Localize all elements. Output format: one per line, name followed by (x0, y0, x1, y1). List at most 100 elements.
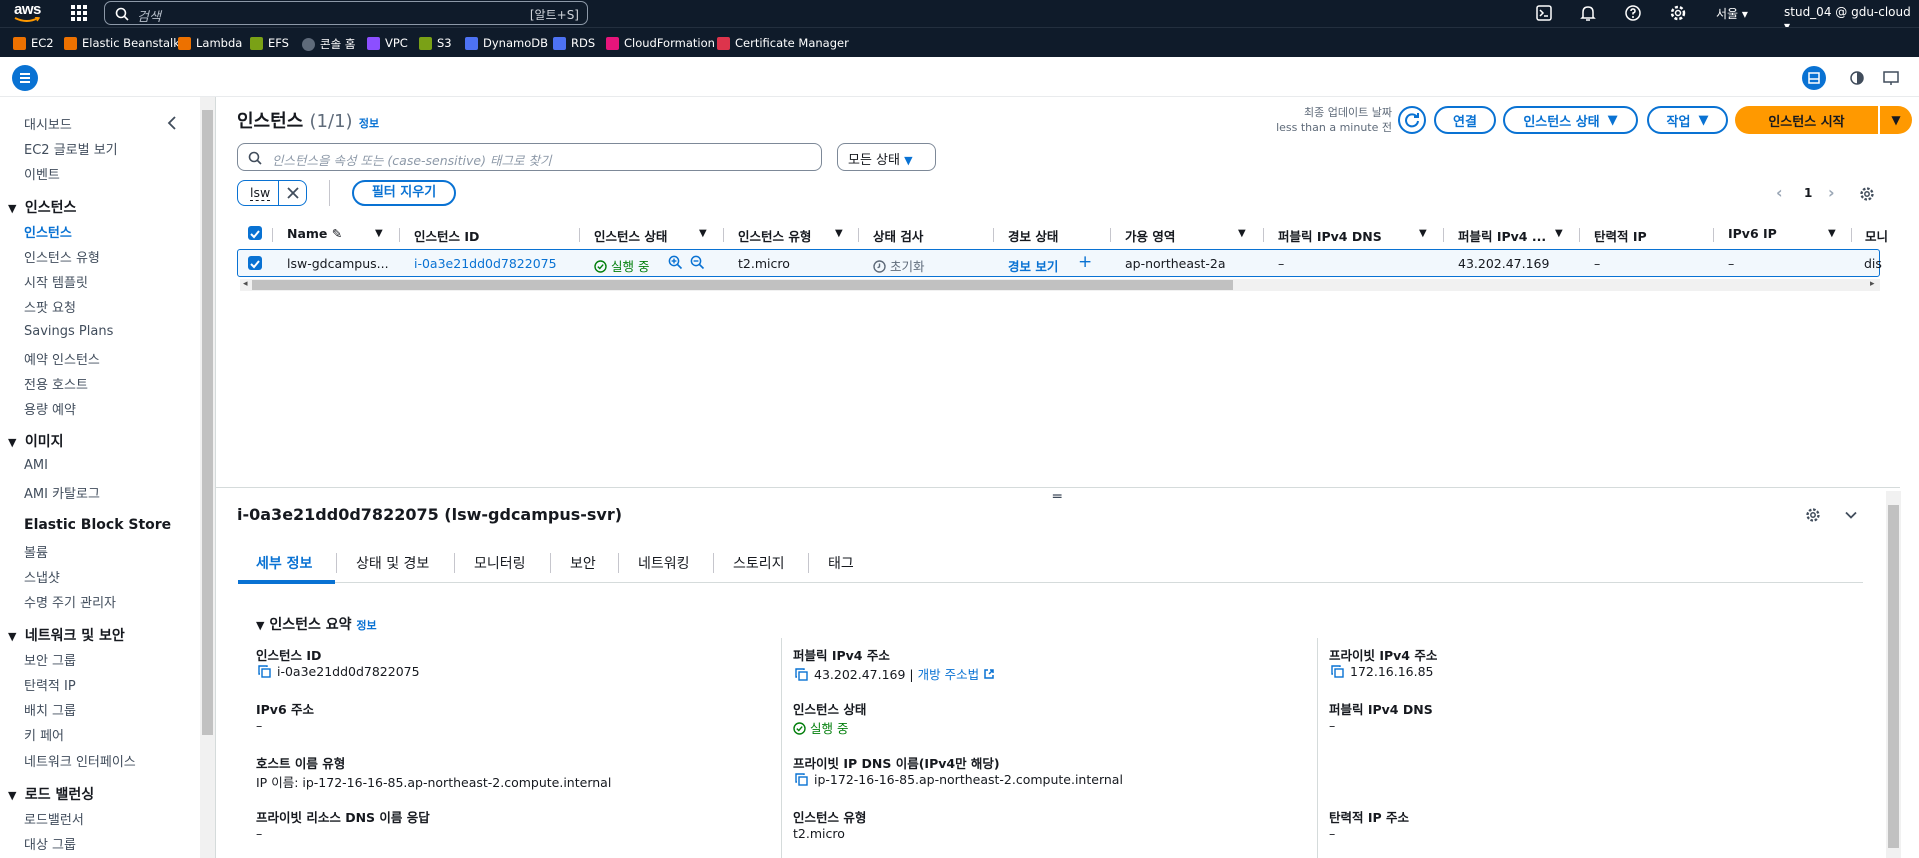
fav-efs[interactable]: EFS (250, 36, 289, 50)
clear-filters-button[interactable]: 필터 지우기 (352, 180, 456, 206)
table-scrollbar-thumb[interactable] (252, 280, 1233, 290)
sidebar-item-target-groups[interactable]: 대상 그룹 (24, 834, 76, 853)
column-header-instance-id[interactable]: 인스턴스 ID (414, 226, 479, 245)
column-header-instance-type[interactable]: 인스턴스 유형 (738, 226, 811, 245)
sidebar-item-placement-groups[interactable]: 배치 그룹 (24, 700, 76, 719)
select-all-checkbox[interactable] (248, 226, 262, 240)
cell-name[interactable]: lsw-gdcampus... (287, 256, 389, 271)
fav-cloudformation[interactable]: CloudFormation (606, 36, 715, 50)
sidebar-item-security-groups[interactable]: 보안 그룹 (24, 650, 76, 669)
page-number[interactable]: 1 (1804, 186, 1812, 200)
sidebar-item-ec2-global-view[interactable]: EC2 글로벌 보기 (24, 139, 118, 158)
column-header-public-ipv4[interactable]: 퍼블릭 IPv4 ... (1458, 226, 1546, 245)
zoom-out-icon[interactable] (690, 255, 705, 274)
launch-instances-button[interactable]: 인스턴스 시작 (1735, 106, 1878, 134)
tab-details[interactable]: 세부 정보 (256, 553, 312, 573)
sidebar-section-instances[interactable]: ▼ 인스턴스 (8, 197, 76, 217)
detail-scrollbar-thumb[interactable] (1888, 505, 1899, 848)
sidebar-item-elastic-ips[interactable]: 탄력적 IP (24, 675, 76, 694)
global-search-input[interactable]: 검색 [알트+S] (104, 1, 588, 25)
settings-gear-icon[interactable] (1669, 4, 1689, 24)
resize-handle-icon[interactable]: ═ (1053, 489, 1061, 505)
column-header-status-check[interactable]: 상태 검사 (873, 226, 923, 245)
row-checkbox[interactable] (248, 256, 262, 270)
services-grid-icon[interactable] (70, 4, 90, 24)
sidebar-item-key-pairs[interactable]: 키 페어 (24, 725, 64, 744)
launch-dropdown-button[interactable]: ▼ (1880, 106, 1912, 134)
info-link[interactable]: 정보 (359, 117, 379, 130)
instance-summary-header[interactable]: ▼ 인스턴스 요약 정보 (256, 614, 377, 634)
fav-certificate-manager[interactable]: Certificate Manager (717, 36, 849, 50)
sort-caret-icon[interactable]: ▼ (1828, 228, 1836, 239)
sidebar-scrollbar-thumb[interactable] (202, 110, 213, 735)
sidebar-item-snapshots[interactable]: 스냅샷 (24, 567, 60, 586)
actions-button[interactable]: 작업 ▼ (1647, 106, 1728, 134)
info-link[interactable]: 정보 (356, 619, 376, 632)
column-header-public-ipv4-dns[interactable]: 퍼블릭 IPv4 DNS (1278, 226, 1382, 245)
fav-ec2[interactable]: EC2 (13, 36, 54, 50)
sort-caret-icon[interactable]: ▼ (1238, 228, 1246, 239)
collapse-sidebar-icon[interactable] (166, 116, 178, 130)
sidebar-item-instance-types[interactable]: 인스턴스 유형 (24, 247, 100, 266)
fav-dynamodb[interactable]: DynamoDB (465, 36, 548, 50)
tab-security[interactable]: 보안 (570, 553, 596, 573)
sort-caret-icon[interactable]: ▼ (699, 228, 707, 239)
sort-caret-icon[interactable]: ▼ (375, 228, 383, 239)
external-link-icon[interactable] (983, 668, 995, 680)
state-filter-select[interactable]: 모든 상태 ▼ (837, 143, 936, 171)
help-icon[interactable] (1624, 4, 1644, 24)
connect-button[interactable]: 연결 (1434, 106, 1496, 134)
aws-logo[interactable]: aws (12, 1, 46, 25)
cell-instance-id-link[interactable]: i-0a3e21dd0d7822075 (414, 256, 557, 271)
tab-networking[interactable]: 네트워킹 (638, 553, 690, 573)
sidebar-item-ami-catalog[interactable]: AMI 카탈로그 (24, 483, 100, 502)
tab-storage[interactable]: 스토리지 (733, 553, 785, 573)
tab-status-alarms[interactable]: 상태 및 경보 (356, 553, 429, 573)
sidebar-item-spot-requests[interactable]: 스팟 요청 (24, 297, 76, 316)
sidebar-section-images[interactable]: ▼ 이미지 (8, 431, 64, 451)
fav-lambda[interactable]: Lambda (178, 36, 242, 50)
column-header-alarm-status[interactable]: 경보 상태 (1008, 226, 1058, 245)
add-alarm-plus-icon[interactable]: + (1078, 252, 1092, 272)
column-header-instance-state[interactable]: 인스턴스 상태 (594, 226, 667, 245)
column-header-monitoring[interactable]: 모니 (1865, 226, 1888, 245)
notifications-bell-icon[interactable] (1579, 4, 1599, 24)
fav-s3[interactable]: S3 (419, 36, 452, 50)
column-header-availability-zone[interactable]: 가용 영역 (1125, 226, 1175, 245)
column-header-elastic-ip[interactable]: 탄력적 IP (1594, 226, 1647, 245)
sidebar-item-volumes[interactable]: 볼륨 (24, 542, 48, 561)
sidebar-item-savings-plans[interactable]: Savings Plans (24, 324, 113, 339)
copy-icon[interactable] (258, 665, 271, 678)
chevron-down-icon[interactable] (1843, 507, 1859, 527)
sidebar-item-dashboard[interactable]: 대시보드 (24, 114, 72, 133)
copy-icon[interactable] (1331, 665, 1344, 678)
fav-console-home[interactable]: 콘솔 홈 (302, 36, 355, 52)
copy-icon[interactable] (795, 668, 808, 681)
chevron-left-icon[interactable]: ‹ (1776, 183, 1783, 202)
sort-caret-icon[interactable]: ▼ (1555, 228, 1563, 239)
column-header-ipv6[interactable]: IPv6 IP (1728, 226, 1777, 241)
cloudshell-icon[interactable] (1535, 4, 1555, 24)
sidebar-item-reserved-instances[interactable]: 예약 인스턴스 (24, 349, 100, 368)
sidebar-item-events[interactable]: 이벤트 (24, 164, 60, 183)
fav-vpc[interactable]: VPC (367, 36, 408, 50)
view-alarms-link[interactable]: 경보 보기 (1008, 256, 1058, 275)
copy-icon[interactable] (795, 773, 808, 786)
zoom-in-icon[interactable] (668, 255, 683, 274)
refresh-button[interactable] (1398, 106, 1426, 134)
sidebar-section-load-balancing[interactable]: ▼ 로드 밸런싱 (8, 784, 94, 804)
open-address-link[interactable]: 개방 주소법 (918, 667, 979, 682)
table-preferences-gear-icon[interactable] (1859, 186, 1875, 206)
fav-elastic-beanstalk[interactable]: Elastic Beanstalk (64, 36, 180, 50)
panel-toggle-icon[interactable] (1802, 66, 1826, 90)
remove-token-button[interactable] (278, 181, 307, 205)
chevron-right-icon[interactable]: › (1828, 183, 1835, 202)
tab-tags[interactable]: 태그 (828, 553, 854, 573)
region-selector[interactable]: 서울 ▾ (1716, 5, 1748, 22)
tab-monitoring[interactable]: 모니터링 (474, 553, 526, 573)
sidebar-item-launch-templates[interactable]: 시작 템플릿 (24, 272, 88, 291)
column-header-name[interactable]: Name ✎ (287, 226, 342, 241)
sidebar-section-network-security[interactable]: ▼ 네트워크 및 보안 (8, 625, 125, 645)
fav-rds[interactable]: RDS (553, 36, 595, 50)
sort-caret-icon[interactable]: ▼ (835, 228, 843, 239)
